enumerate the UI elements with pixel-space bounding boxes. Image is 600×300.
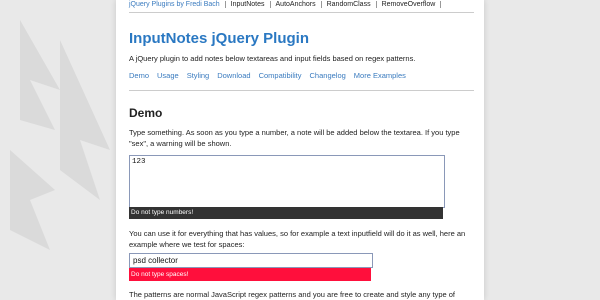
section-menu: Demo Usage Styling Download Compatibility Cha… (129, 71, 414, 80)
page-title: InputNotes jQuery Plugin (129, 30, 310, 47)
input-warning-note: Do not type spaces! (129, 268, 371, 281)
textarea-note: Do not type numbers! (129, 207, 443, 219)
demo-heading: Demo (129, 106, 163, 120)
top-nav-item-removeoverflow[interactable]: RemoveOverflow (376, 1, 442, 8)
menu-link-download[interactable]: Download (217, 71, 250, 80)
top-divider (129, 12, 474, 13)
page-container: jQuery Plugins by Fredi Bach InputNotes Au… (116, 0, 484, 300)
page-description: A jQuery plugin to add notes below texta… (129, 54, 416, 63)
menu-link-more-examples[interactable]: More Examples (354, 71, 406, 80)
top-nav-item-inputnotes[interactable]: InputNotes (225, 1, 271, 8)
menu-link-compatibility[interactable]: Compatibility (259, 71, 302, 80)
demo-intro-text: Type something. As soon as you type a nu… (129, 128, 460, 148)
menu-link-usage[interactable]: Usage (157, 71, 179, 80)
top-nav-item-randomclass[interactable]: RandomClass (321, 1, 377, 8)
input-intro-text: You can use it for everything that has v… (129, 229, 466, 249)
patterns-text: The patterns are normal JavaScript regex… (129, 290, 456, 299)
menu-link-styling[interactable]: Styling (187, 71, 210, 80)
menu-divider (129, 90, 474, 91)
top-nav-item-autoanchors[interactable]: AutoAnchors (270, 1, 322, 8)
background-decoration (0, 0, 120, 300)
top-nav-item-home[interactable]: jQuery Plugins by Fredi Bach (129, 1, 226, 8)
demo-textarea[interactable]: 123 (129, 155, 445, 208)
menu-link-changelog[interactable]: Changelog (310, 71, 346, 80)
top-navigation: jQuery Plugins by Fredi Bach InputNotes Au… (129, 0, 442, 10)
demo-text-input[interactable] (129, 253, 373, 268)
menu-link-demo[interactable]: Demo (129, 71, 149, 80)
